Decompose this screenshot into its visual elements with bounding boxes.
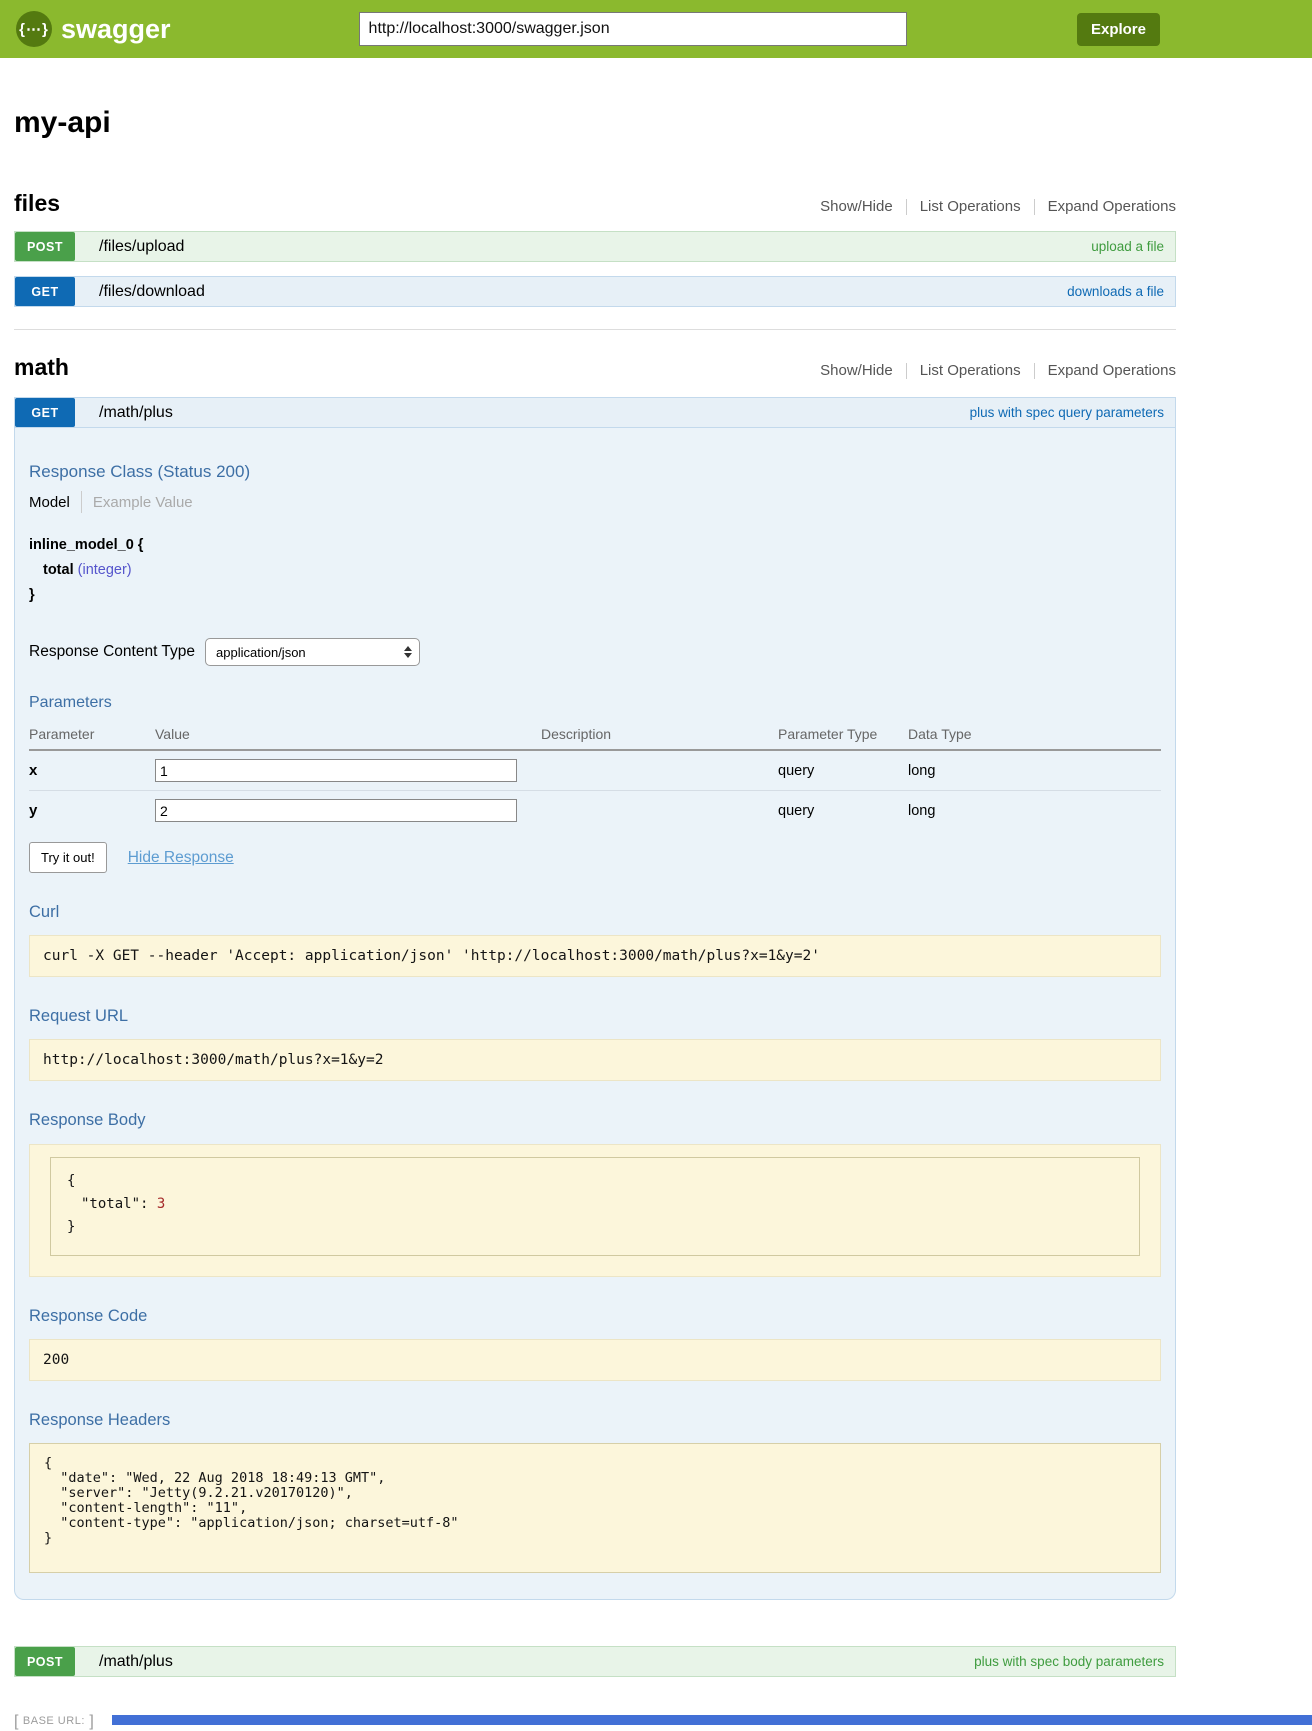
col-description: Description bbox=[541, 726, 778, 750]
math-expand-operations-link[interactable]: Expand Operations bbox=[1048, 362, 1176, 379]
base-url-label: BASE URL: bbox=[23, 1715, 85, 1727]
hide-response-link[interactable]: Hide Response bbox=[128, 849, 234, 867]
response-code-heading: Response Code bbox=[29, 1307, 1161, 1326]
param-data-type: long bbox=[908, 750, 1161, 791]
operation-path-link[interactable]: /files/download bbox=[99, 283, 205, 301]
model-close-line: } bbox=[29, 583, 1161, 608]
col-data-type: Data Type bbox=[908, 726, 1161, 750]
math-section: math Show/Hide List Operations Expand Op… bbox=[14, 354, 1176, 1677]
page-title: my-api bbox=[14, 106, 1176, 140]
operation-row-get-files-download[interactable]: GET /files/download downloads a file bbox=[14, 276, 1176, 307]
post-method-badge[interactable]: POST bbox=[15, 1647, 75, 1676]
link-divider bbox=[1034, 363, 1035, 379]
files-show-hide-link[interactable]: Show/Hide bbox=[820, 198, 893, 215]
operation-row-post-math-plus[interactable]: POST /math/plus plus with spec body para… bbox=[14, 1646, 1176, 1677]
bracket-open: [ bbox=[14, 1713, 18, 1730]
response-class-heading: Response Class (Status 200) bbox=[29, 462, 1161, 482]
parameters-heading: Parameters bbox=[29, 694, 1161, 712]
response-content-type-select[interactable]: application/json bbox=[205, 638, 420, 666]
spec-url-input[interactable] bbox=[359, 12, 907, 46]
model-prop-type: (integer) bbox=[78, 562, 132, 578]
request-url-heading: Request URL bbox=[29, 1007, 1161, 1026]
curl-heading: Curl bbox=[29, 903, 1161, 922]
files-section: files Show/Hide List Operations Expand O… bbox=[14, 190, 1176, 330]
model-open-line: inline_model_0 { bbox=[29, 533, 1161, 558]
parameter-row-x: x query long bbox=[29, 750, 1161, 791]
get-method-badge[interactable]: GET bbox=[15, 398, 75, 427]
json-number-value: 3 bbox=[157, 1196, 165, 1212]
param-description bbox=[541, 750, 778, 791]
model-prop-name: total bbox=[43, 562, 74, 578]
section-divider bbox=[14, 329, 1176, 330]
post-method-badge[interactable]: POST bbox=[15, 232, 75, 261]
operation-path-link[interactable]: /math/plus bbox=[99, 404, 173, 422]
header-bar: {⋯} swagger Explore bbox=[0, 0, 1312, 58]
json-open-brace: { bbox=[67, 1170, 1123, 1193]
response-headers-heading: Response Headers bbox=[29, 1411, 1161, 1430]
response-body-block: { "total": 3 } bbox=[29, 1144, 1161, 1277]
parameters-table: Parameter Value Description Parameter Ty… bbox=[29, 726, 1161, 830]
operation-path-link[interactable]: /math/plus bbox=[99, 1653, 173, 1671]
model-signature: inline_model_0 { total (integer) } bbox=[29, 533, 1161, 608]
get-method-badge[interactable]: GET bbox=[15, 277, 75, 306]
swagger-logo-icon: {⋯} bbox=[16, 11, 52, 47]
col-parameter: Parameter bbox=[29, 726, 155, 750]
selected-content-type: application/json bbox=[216, 645, 306, 660]
json-close-brace: } bbox=[67, 1216, 1123, 1239]
curl-command: curl -X GET --header 'Accept: applicatio… bbox=[29, 935, 1161, 977]
tab-divider bbox=[81, 491, 82, 513]
col-parameter-type: Parameter Type bbox=[778, 726, 908, 750]
operation-summary-link[interactable]: downloads a file bbox=[1067, 284, 1164, 299]
files-expand-operations-link[interactable]: Expand Operations bbox=[1048, 198, 1176, 215]
math-show-hide-link[interactable]: Show/Hide bbox=[820, 362, 893, 379]
bracket-close: ] bbox=[89, 1713, 93, 1730]
param-type: query bbox=[778, 750, 908, 791]
param-y-value-input[interactable] bbox=[155, 799, 517, 822]
param-data-type: long bbox=[908, 791, 1161, 831]
response-body-json: { "total": 3 } bbox=[50, 1157, 1140, 1256]
operation-row-post-files-upload[interactable]: POST /files/upload upload a file bbox=[14, 231, 1176, 262]
link-divider bbox=[906, 363, 907, 379]
operation-path-link[interactable]: /files/upload bbox=[99, 238, 184, 256]
files-list-operations-link[interactable]: List Operations bbox=[920, 198, 1021, 215]
explore-button[interactable]: Explore bbox=[1077, 13, 1160, 46]
operation-summary-link[interactable]: plus with spec query parameters bbox=[970, 405, 1164, 420]
files-section-heading: files bbox=[14, 190, 60, 217]
link-divider bbox=[906, 199, 907, 215]
json-key: "total": bbox=[81, 1196, 148, 1212]
param-description bbox=[541, 791, 778, 831]
response-body-heading: Response Body bbox=[29, 1111, 1161, 1130]
param-type: query bbox=[778, 791, 908, 831]
model-tabs: Model Example Value bbox=[29, 491, 1161, 513]
request-url-value: http://localhost:3000/math/plus?x=1&y=2 bbox=[29, 1039, 1161, 1081]
brand-title: swagger bbox=[61, 14, 171, 45]
operation-summary-link[interactable]: plus with spec body parameters bbox=[974, 1654, 1164, 1669]
try-it-out-button[interactable]: Try it out! bbox=[29, 842, 107, 873]
select-arrows-icon bbox=[404, 646, 412, 658]
math-list-operations-link[interactable]: List Operations bbox=[920, 362, 1021, 379]
param-name: y bbox=[29, 802, 37, 819]
operation-summary-link[interactable]: upload a file bbox=[1091, 239, 1164, 254]
bottom-blue-strip bbox=[112, 1715, 1312, 1725]
param-name: x bbox=[29, 762, 37, 779]
response-content-type-label: Response Content Type bbox=[29, 643, 195, 661]
col-value: Value bbox=[155, 726, 541, 750]
tab-model[interactable]: Model bbox=[29, 494, 70, 511]
parameter-row-y: y query long bbox=[29, 791, 1161, 831]
operation-detail-panel: Response Class (Status 200) Model Exampl… bbox=[14, 428, 1176, 1600]
response-code-value: 200 bbox=[29, 1339, 1161, 1381]
math-section-heading: math bbox=[14, 354, 69, 381]
tab-example-value[interactable]: Example Value bbox=[93, 494, 193, 511]
response-headers-json: { "date": "Wed, 22 Aug 2018 18:49:13 GMT… bbox=[44, 1456, 1146, 1546]
param-x-value-input[interactable] bbox=[155, 759, 517, 782]
link-divider bbox=[1034, 199, 1035, 215]
response-headers-block: { "date": "Wed, 22 Aug 2018 18:49:13 GMT… bbox=[29, 1443, 1161, 1573]
operation-row-get-math-plus[interactable]: GET /math/plus plus with spec query para… bbox=[14, 397, 1176, 428]
